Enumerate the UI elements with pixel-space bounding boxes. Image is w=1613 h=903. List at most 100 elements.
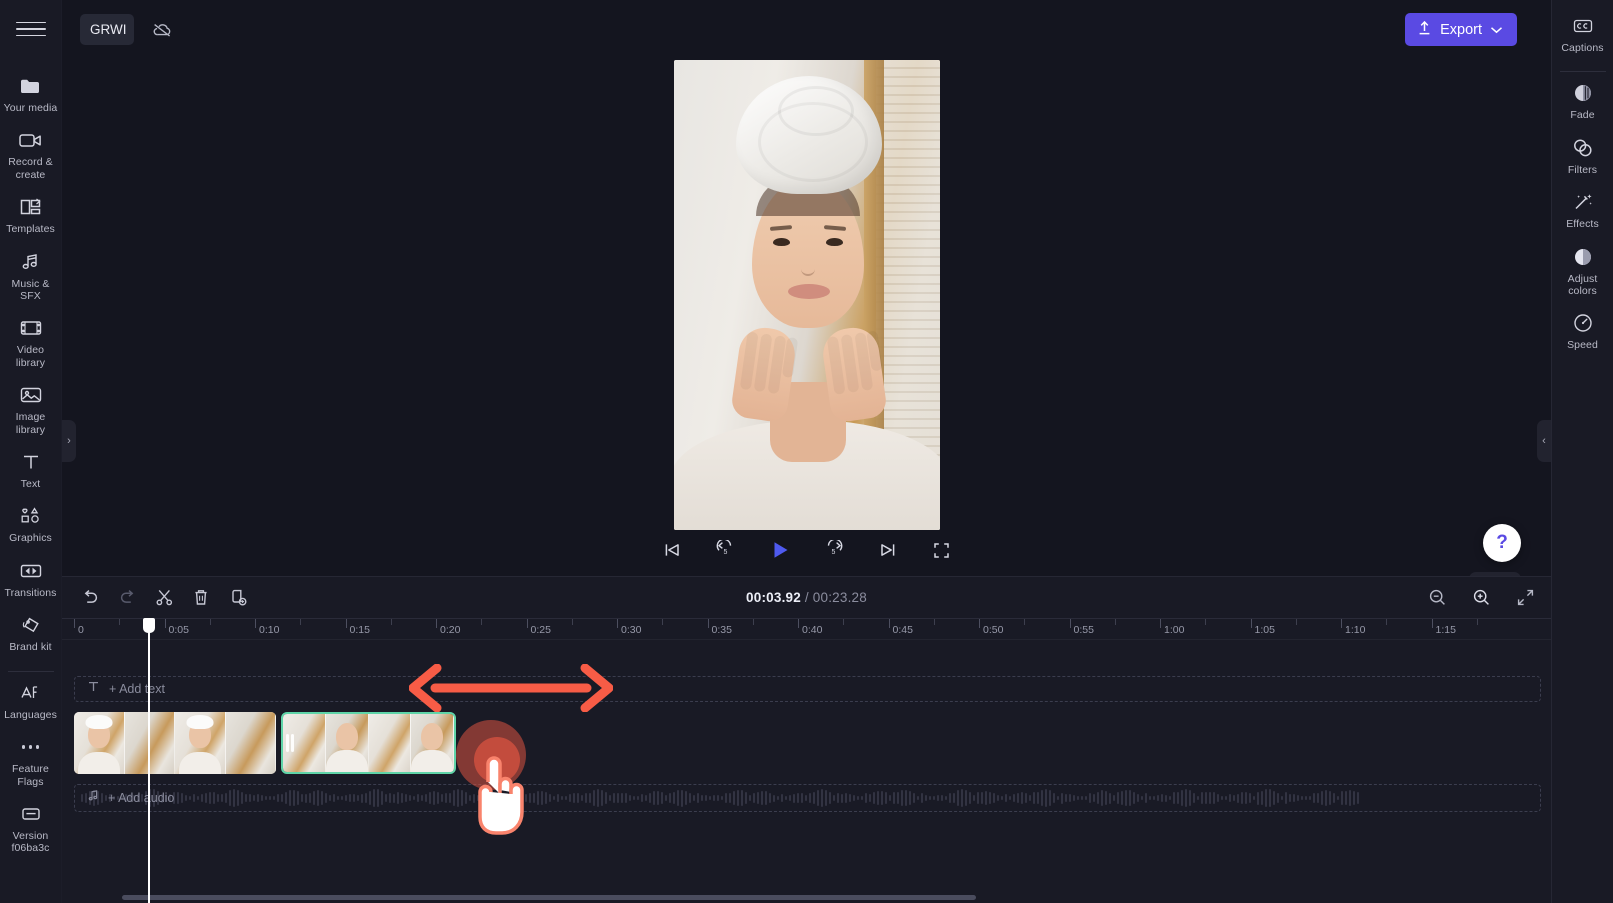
waveform-bar [1037, 791, 1039, 805]
sidebar-item-record-create[interactable]: Record & create [0, 122, 62, 189]
waveform-bar [1265, 789, 1267, 807]
waveform-bar [1233, 795, 1235, 801]
audio-track[interactable]: + Add audio [74, 784, 1541, 812]
waveform-bar [1325, 790, 1327, 806]
right-item-captions[interactable]: Captions [1552, 8, 1613, 62]
sidebar-item-video-library[interactable]: Video library [0, 310, 62, 377]
video-clip-1[interactable] [74, 712, 276, 774]
cloud-off-icon[interactable] [146, 14, 178, 45]
help-button[interactable]: ? [1483, 524, 1521, 562]
folder-icon [18, 74, 44, 98]
waveform-bar [409, 795, 411, 801]
waveform-bar [357, 794, 359, 802]
playhead-handle[interactable] [143, 618, 155, 633]
waveform-bar [493, 795, 495, 801]
sidebar-item-your-media[interactable]: Your media [0, 68, 62, 122]
waveform-bar [81, 794, 83, 802]
play-button[interactable] [767, 537, 793, 563]
skip-next-icon[interactable] [875, 537, 901, 563]
timeline-horizontal-scrollbar[interactable] [122, 895, 976, 900]
right-item-filters[interactable]: Filters [1552, 130, 1613, 184]
left-panel-toggle[interactable]: › [62, 420, 76, 462]
waveform-bar [677, 790, 679, 806]
waveform-bar [461, 790, 463, 806]
waveform-bar [525, 794, 527, 802]
right-item-effects[interactable]: Effects [1552, 184, 1613, 238]
waveform-bar [909, 791, 911, 805]
ruler-tick-minor [662, 619, 664, 625]
svg-text:5: 5 [832, 549, 836, 556]
sidebar-item-feature-flags[interactable]: Feature Flags [0, 729, 62, 796]
waveform-bar [317, 790, 319, 806]
hamburger-menu-icon[interactable] [15, 14, 46, 44]
right-item-fade[interactable]: Fade [1552, 75, 1613, 129]
waveform-bar [457, 789, 459, 807]
waveform-bar [1081, 796, 1083, 800]
waveform-bar [1193, 792, 1195, 804]
waveform-bar [309, 792, 311, 804]
timeline-tools [62, 584, 252, 612]
waveform-bar [1321, 791, 1323, 805]
waveform-bar [985, 791, 987, 805]
video-clip-2[interactable] [281, 712, 456, 774]
waveform-bar [965, 789, 967, 807]
waveform-bar [1269, 789, 1271, 807]
waveform-bar [777, 796, 779, 800]
waveform-bar [857, 796, 859, 800]
project-title-input[interactable]: GRWI [80, 14, 134, 45]
shapes-icon [18, 504, 44, 528]
zoom-out-button[interactable] [1423, 584, 1451, 612]
fullscreen-icon[interactable] [929, 537, 955, 563]
split-button[interactable] [150, 584, 178, 612]
waveform-bar [1273, 790, 1275, 806]
sidebar-item-text[interactable]: Text [0, 444, 62, 498]
zoom-in-button[interactable] [1467, 584, 1495, 612]
ruler-tick-minor [300, 619, 302, 625]
fit-to-screen-button[interactable] [1511, 584, 1539, 612]
rewind-5-icon[interactable]: 5 [713, 537, 739, 563]
sidebar-item-version[interactable]: Version f06ba3c [0, 796, 62, 863]
duplicate-button[interactable] [224, 584, 252, 612]
sidebar-item-label: Version f06ba3c [11, 829, 50, 855]
right-item-speed[interactable]: Speed [1552, 305, 1613, 359]
redo-button[interactable] [113, 584, 141, 612]
waveform-bar [1249, 793, 1251, 803]
waveform-bar [949, 792, 951, 804]
waveform-bar [101, 792, 103, 804]
sidebar-item-languages[interactable]: Languages [0, 675, 62, 729]
sidebar-item-graphics[interactable]: Graphics [0, 498, 62, 552]
video-preview-canvas[interactable] [673, 60, 940, 530]
translate-icon [18, 681, 44, 705]
sidebar-item-transitions[interactable]: Transitions [0, 553, 62, 607]
waveform-bar [1097, 791, 1099, 805]
forward-5-icon[interactable]: 5 [821, 537, 847, 563]
right-panel-toggle[interactable]: ‹ [1537, 420, 1551, 462]
text-track[interactable]: + Add text [74, 676, 1541, 702]
right-item-adjust-colors[interactable]: Adjust colors [1552, 239, 1613, 306]
waveform-bar [1089, 793, 1091, 803]
sidebar-item-image-library[interactable]: Image library [0, 377, 62, 444]
timeline-ruler[interactable]: 0 0:05 0:10 0:15 0:20 0:25 0:30 0:35 0:40 0:45 0:5… [62, 618, 1551, 640]
waveform-bar [765, 791, 767, 805]
waveform-bar [897, 791, 899, 805]
skip-previous-icon[interactable] [659, 537, 685, 563]
waveform-bar [281, 794, 283, 802]
waveform-bar [1005, 794, 1007, 802]
timeline-playhead[interactable] [143, 618, 155, 903]
clip-trim-handle-left[interactable] [286, 734, 295, 752]
sidebar-item-music-sfx[interactable]: Music & SFX [0, 244, 62, 311]
waveform-bar [1337, 795, 1339, 801]
delete-button[interactable] [187, 584, 215, 612]
ruler-tick-label: 1:15 [1435, 624, 1456, 636]
waveform-bar [181, 793, 183, 803]
waveform-bar [1033, 792, 1035, 804]
export-button[interactable]: Export [1405, 13, 1517, 46]
waveform-bar [1129, 790, 1131, 806]
waveform-bar [789, 794, 791, 802]
waveform-bar [761, 791, 763, 805]
undo-button[interactable] [76, 584, 104, 612]
sidebar-item-templates[interactable]: Templates [0, 189, 62, 243]
waveform-bar [581, 794, 583, 802]
ruler-tick-label: 0:30 [621, 624, 642, 636]
sidebar-item-brand-kit[interactable]: Brand kit [0, 607, 62, 661]
